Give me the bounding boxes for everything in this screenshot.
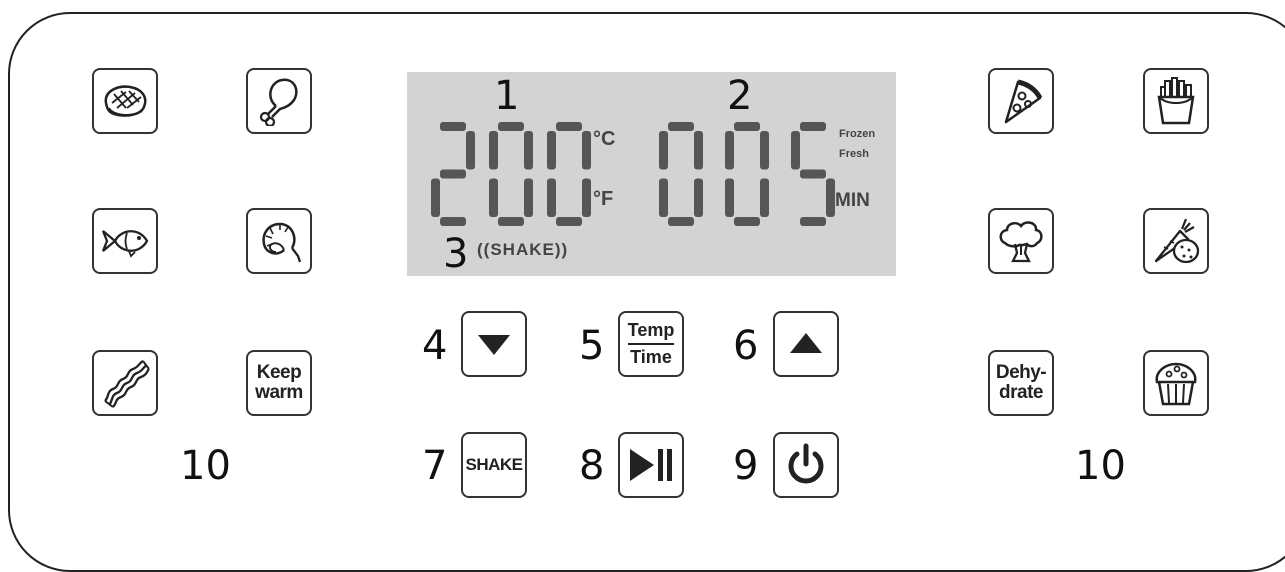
callout-10-left: 10 — [180, 443, 231, 489]
shake-label: SHAKE — [465, 455, 523, 474]
vegetables-button[interactable] — [1143, 208, 1209, 274]
temperature-digit — [431, 122, 475, 226]
callout-7: 7 — [422, 443, 448, 489]
drumstick-icon — [259, 78, 298, 126]
muffin-button[interactable] — [1143, 350, 1209, 416]
lcd-segment — [694, 131, 703, 170]
broccoli-button[interactable] — [988, 208, 1054, 274]
lcd-segment — [489, 178, 498, 217]
lcd-segment — [547, 178, 556, 217]
dehydrate-label-line1: Dehy- — [995, 362, 1047, 383]
temp-time-button[interactable]: Temp Time — [618, 311, 684, 377]
time-label: Time — [630, 347, 672, 367]
temp-label: Temp — [627, 320, 675, 340]
lcd-segment — [440, 169, 466, 179]
lcd-segment — [659, 131, 668, 170]
bacon-button[interactable] — [92, 350, 158, 416]
temp-time-divider — [627, 343, 674, 345]
lcd-segment — [547, 131, 556, 170]
dehydrate-button[interactable]: Dehy- drate — [988, 350, 1054, 416]
bacon-icon — [104, 359, 150, 408]
callout-9: 9 — [733, 443, 759, 489]
lcd-segment — [440, 217, 466, 226]
steak-button[interactable] — [92, 68, 158, 134]
fish-button[interactable] — [92, 208, 158, 274]
fish-icon — [101, 230, 149, 258]
temperature-digit — [547, 122, 591, 226]
callout-4: 4 — [422, 323, 448, 369]
lcd-segment — [431, 178, 440, 217]
shrimp-button[interactable] — [246, 208, 312, 274]
callout-2: 2 — [727, 73, 753, 119]
lcd-segment — [668, 122, 694, 131]
lcd-display: °C °F Frozen Fresh MIN ((SHAKE)) — [407, 72, 896, 276]
lcd-segment — [582, 131, 591, 170]
min-label: MIN — [835, 190, 870, 211]
power-button[interactable] — [773, 432, 839, 498]
lcd-segment — [694, 178, 703, 217]
lcd-segment — [734, 122, 760, 131]
lcd-segment — [556, 217, 582, 226]
lcd-segment — [668, 217, 694, 226]
keep-warm-button[interactable]: Keep warm — [246, 350, 312, 416]
down-arrow-icon — [478, 335, 510, 355]
keep-warm-label-line1: Keep — [256, 362, 302, 383]
shake-indicator: ((SHAKE)) — [477, 240, 569, 259]
keep-warm-label-line2: warm — [255, 382, 303, 403]
power-icon — [788, 443, 824, 484]
up-arrow-icon — [790, 333, 822, 353]
lcd-segment — [498, 217, 524, 226]
fries-button[interactable] — [1143, 68, 1209, 134]
carrot-potato-icon — [1154, 218, 1200, 264]
broccoli-icon — [999, 221, 1043, 263]
steak-icon — [104, 85, 147, 117]
lcd-segment — [466, 131, 475, 170]
pizza-icon — [1004, 79, 1043, 124]
temperature-digit — [489, 122, 533, 226]
dehydrate-label-line2: drate — [999, 382, 1043, 403]
lcd-segment — [760, 131, 769, 170]
fahrenheit-label: °F — [593, 188, 614, 210]
lcd-segment — [659, 178, 668, 217]
lcd-segment — [800, 169, 826, 179]
lcd-segment — [498, 122, 524, 131]
lcd-segment — [760, 178, 769, 217]
celsius-label: °C — [593, 128, 616, 150]
callout-3: 3 — [443, 231, 469, 277]
callout-5: 5 — [579, 323, 605, 369]
lcd-segment — [826, 178, 835, 217]
up-button[interactable] — [773, 311, 839, 377]
down-button[interactable] — [461, 311, 527, 377]
lcd-segment — [725, 178, 734, 217]
lcd-segment — [524, 131, 533, 170]
lcd-segment — [489, 131, 498, 170]
lcd-segment — [556, 122, 582, 131]
lcd-segment — [582, 178, 591, 217]
lcd-segment — [725, 131, 734, 170]
time-digit — [659, 122, 703, 226]
time-digit — [791, 122, 835, 226]
shrimp-icon — [262, 222, 302, 263]
callout-1: 1 — [494, 73, 520, 119]
lcd-segment — [440, 122, 466, 131]
lcd-segment — [734, 217, 760, 226]
lcd-segment — [791, 131, 800, 170]
fresh-label: Fresh — [839, 148, 869, 160]
time-digit — [725, 122, 769, 226]
frozen-label: Frozen — [839, 128, 876, 140]
callout-10-right: 10 — [1075, 443, 1126, 489]
fries-icon — [1157, 77, 1195, 125]
start-pause-button[interactable] — [618, 432, 684, 498]
shake-button[interactable]: SHAKE — [461, 432, 527, 498]
lcd-segment — [524, 178, 533, 217]
muffin-icon — [1155, 362, 1197, 406]
callout-8: 8 — [579, 443, 605, 489]
lcd-segment — [800, 122, 826, 131]
pizza-button[interactable] — [988, 68, 1054, 134]
callout-6: 6 — [733, 323, 759, 369]
lcd-segment — [800, 217, 826, 226]
drumstick-button[interactable] — [246, 68, 312, 134]
play-pause-icon — [630, 449, 672, 481]
